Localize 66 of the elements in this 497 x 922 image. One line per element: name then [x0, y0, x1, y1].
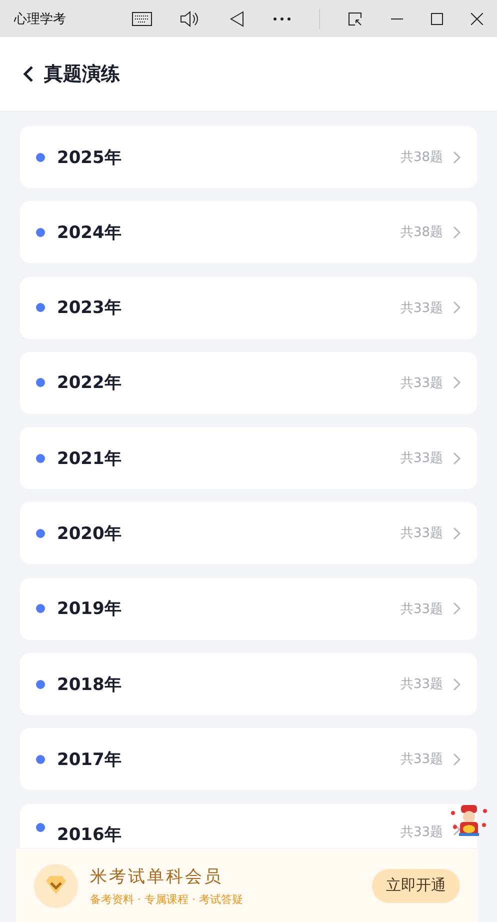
question-count: 共33题 — [400, 450, 443, 468]
question-count: 共38题 — [400, 149, 443, 166]
chevron-right-icon — [453, 452, 461, 465]
membership-title: 米考试单科会员 — [90, 866, 224, 888]
year-card[interactable]: 2017年 共33题 — [20, 728, 477, 790]
chevron-right-icon — [453, 678, 461, 691]
close-icon[interactable] — [471, 12, 483, 24]
open-membership-button[interactable]: 立即开通 — [372, 868, 460, 902]
bullet-dot — [36, 680, 45, 689]
year-card[interactable]: 2022年 共33题 — [20, 352, 477, 414]
year-label: 2021年 — [57, 448, 122, 470]
year-card[interactable]: 2025年 共38题 — [20, 126, 477, 188]
year-card[interactable]: 2019年 共33题 — [20, 578, 477, 640]
year-card[interactable]: 2024年 共38题 — [20, 201, 477, 264]
question-count: 共33题 — [400, 300, 443, 317]
year-label: 2020年 — [57, 522, 122, 545]
year-card[interactable]: 2018年 共33题 — [20, 653, 477, 716]
year-label: 2016年 — [57, 824, 122, 846]
chevron-right-icon — [453, 150, 461, 164]
bullet-dot — [36, 378, 45, 388]
chevron-right-icon — [453, 376, 461, 390]
more-icon[interactable] — [272, 16, 291, 20]
back-icon[interactable] — [22, 65, 34, 83]
minimize-icon[interactable] — [390, 18, 402, 20]
bullet-dot — [36, 754, 45, 764]
bullet-dot — [36, 303, 45, 312]
year-label: 2022年 — [57, 372, 122, 394]
year-card[interactable]: 2021年 共33题 — [20, 427, 477, 490]
mascot-icon[interactable] — [449, 803, 489, 837]
chevron-right-icon — [453, 526, 461, 540]
question-count: 共38题 — [400, 224, 443, 242]
speaker-icon[interactable] — [180, 10, 200, 26]
bullet-dot — [36, 822, 45, 832]
bullet-dot — [36, 152, 45, 162]
vip-icon — [34, 864, 78, 908]
year-card[interactable]: 2020年 共33题 — [20, 502, 477, 564]
question-count: 共33题 — [400, 525, 443, 542]
back-triangle-icon[interactable] — [228, 10, 244, 26]
year-label: 2018年 — [57, 674, 122, 696]
chevron-right-icon — [453, 301, 461, 314]
bullet-dot — [36, 454, 45, 463]
chevron-right-icon — [453, 752, 461, 766]
bullet-dot — [36, 604, 45, 614]
year-label: 2025年 — [57, 146, 122, 168]
year-card[interactable]: 2023年 共33题 — [20, 276, 477, 339]
membership-benefits: 备考资料 · 专属课程 · 考试答疑 — [90, 892, 244, 906]
page-title: 真题演练 — [44, 62, 120, 87]
bullet-dot — [36, 228, 45, 237]
bullet-dot — [36, 528, 45, 538]
question-count: 共33题 — [400, 824, 443, 841]
chevron-right-icon — [453, 602, 461, 616]
chevron-right-icon — [453, 822, 461, 836]
year-label: 2019年 — [57, 598, 122, 620]
question-count: 共33题 — [400, 374, 443, 392]
question-count: 共33题 — [400, 751, 443, 768]
year-card[interactable]: 2016年 共33题 — [20, 804, 477, 848]
year-label: 2017年 — [57, 748, 122, 771]
maximize-icon[interactable] — [430, 12, 443, 24]
question-count: 共33题 — [400, 676, 443, 694]
screenshot-icon[interactable] — [348, 12, 362, 26]
keyboard-icon[interactable] — [132, 12, 152, 26]
window-title: 心理学考 — [14, 10, 67, 28]
year-label: 2024年 — [57, 222, 122, 244]
year-label: 2023年 — [57, 297, 122, 320]
question-count: 共33题 — [400, 600, 443, 618]
chevron-right-icon — [453, 226, 461, 239]
